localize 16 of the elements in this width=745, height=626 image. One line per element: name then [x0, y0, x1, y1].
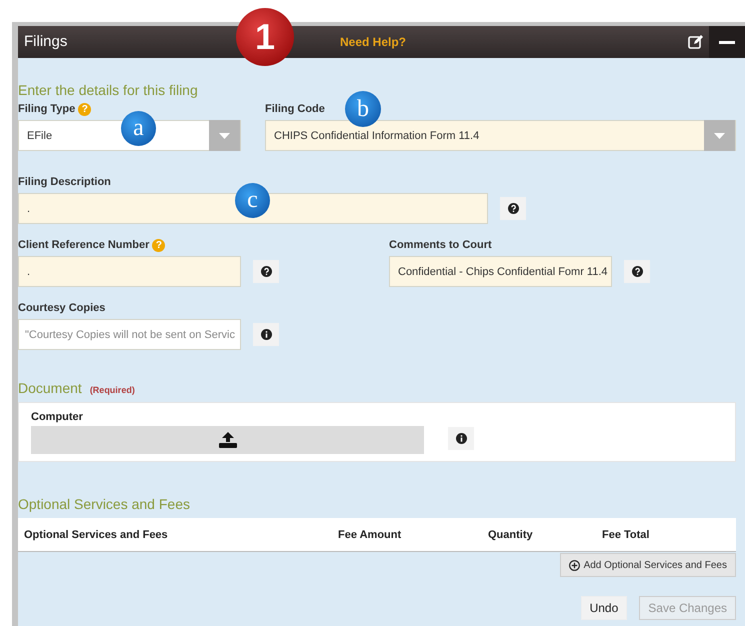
- section-title: Enter the details for this filing: [18, 82, 199, 98]
- source-label: Computer: [31, 411, 84, 423]
- panel-title: Filings: [24, 33, 68, 50]
- field-label: Comments to Court: [389, 239, 492, 251]
- field-label: Courtesy Copies: [18, 302, 106, 314]
- column-header: Optional Services and Fees: [24, 528, 169, 540]
- field-label: Client Reference Number: [18, 239, 150, 251]
- section-heading: Optional Services and Fees: [18, 496, 190, 512]
- column-header: Quantity: [488, 528, 534, 540]
- required-note: (Required): [90, 385, 135, 395]
- section-heading: Document: [18, 380, 82, 396]
- column-header: Fee Total: [602, 528, 650, 540]
- field-label: Filing Code: [265, 103, 325, 115]
- field-label: Filing Type: [18, 103, 76, 115]
- column-header: Fee Amount: [338, 528, 402, 540]
- field-label: Filing Description: [18, 176, 111, 188]
